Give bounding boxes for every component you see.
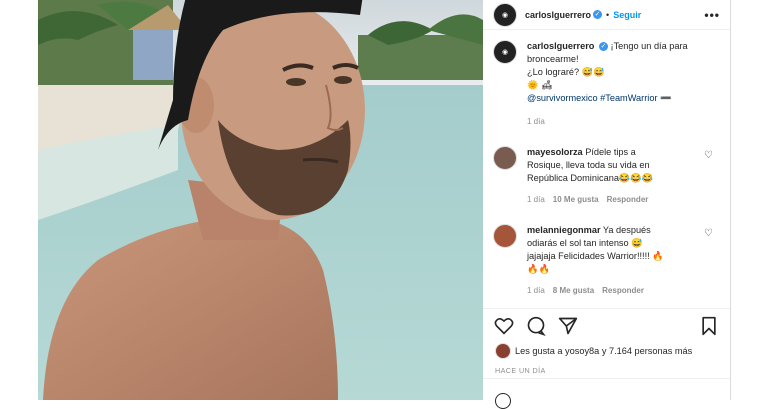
caption-body: carloslguerrero ✓ ¡Tengo un día para bro… bbox=[527, 40, 717, 128]
caption: ◉ carloslguerrero ✓ ¡Tengo un día para b… bbox=[493, 40, 722, 128]
more-icon[interactable]: ••• bbox=[704, 8, 720, 22]
liker-avatar bbox=[495, 343, 511, 359]
post-panel: ◉ carloslguerrero ✓ • Seguir ••• ◉ carlo… bbox=[483, 0, 731, 409]
share-icon[interactable] bbox=[557, 315, 579, 337]
comments-list[interactable]: ◉ carloslguerrero ✓ ¡Tengo un día para b… bbox=[493, 40, 722, 308]
verified-icon: ✓ bbox=[593, 10, 603, 19]
caption-tags[interactable]: @survivormexico #TeamWarrior ➖ bbox=[527, 93, 671, 103]
commenter-avatar[interactable] bbox=[493, 146, 517, 170]
author-username[interactable]: carloslguerrero bbox=[525, 10, 591, 20]
comment: mayesolorza Pídele tips a Rosique, lleva… bbox=[493, 146, 722, 206]
comment: melanniegonmar Ya después odiarás el sol… bbox=[493, 224, 722, 297]
caption-username[interactable]: carloslguerrero bbox=[527, 41, 594, 51]
comment-text: jajajaja Felicidades Warrior!!!!! 🔥 bbox=[527, 251, 664, 261]
comment-text: Pídele tips a bbox=[585, 147, 636, 157]
post-timestamp: HACE UN DÍA bbox=[495, 366, 546, 375]
heart-icon[interactable]: ♡ bbox=[704, 228, 714, 239]
comment-body: mayesolorza Pídele tips a Rosique, lleva… bbox=[527, 146, 717, 206]
bookmark-icon[interactable] bbox=[698, 315, 720, 337]
comment-time: 1 día bbox=[527, 195, 545, 204]
follow-button[interactable]: Seguir bbox=[613, 10, 641, 20]
post-image bbox=[38, 0, 483, 400]
comment-text: Ya después bbox=[602, 225, 651, 235]
avatar-logo-icon: ◉ bbox=[501, 11, 509, 19]
comment-text: República Dominicana😂😂😂 bbox=[527, 173, 654, 183]
caption-time: 1 día bbox=[527, 117, 545, 126]
divider bbox=[483, 378, 730, 379]
emoji-icon[interactable] bbox=[495, 393, 511, 409]
commenter-avatar[interactable] bbox=[493, 224, 517, 248]
heart-icon[interactable]: ♡ bbox=[704, 150, 714, 161]
likes-summary[interactable]: Les gusta a yosoy8a y 7.164 personas más bbox=[495, 343, 692, 359]
comment-icon[interactable] bbox=[525, 315, 547, 337]
caption-line: ¡Tengo un día para bbox=[610, 41, 688, 51]
caption-line: 🌞 🛋 bbox=[527, 80, 553, 90]
comment-text: odiarás el sol tan intenso 😅 bbox=[527, 238, 643, 248]
comment-time: 1 día bbox=[527, 286, 545, 295]
comment-body: melanniegonmar Ya después odiarás el sol… bbox=[527, 224, 717, 297]
verified-icon: ✓ bbox=[598, 42, 608, 52]
comment-likes[interactable]: 10 Me gusta bbox=[553, 193, 599, 206]
comment-text: Rosique, lleva toda su vida en bbox=[527, 160, 650, 170]
comment-username[interactable]: melanniegonmar bbox=[527, 225, 601, 235]
post-photo[interactable] bbox=[38, 0, 483, 400]
reply-button[interactable]: Responder bbox=[607, 193, 649, 206]
comment-text: 🔥🔥 bbox=[527, 264, 550, 274]
separator-dot: • bbox=[606, 9, 610, 20]
caption-line: ¿Lo lograré? 😅😅 bbox=[527, 67, 605, 77]
likes-text: Les gusta a yosoy8a y 7.164 personas más bbox=[515, 346, 693, 356]
action-bar bbox=[493, 312, 720, 340]
post-header: ◉ carloslguerrero ✓ • Seguir ••• bbox=[483, 0, 730, 30]
comment-username[interactable]: mayesolorza bbox=[527, 147, 583, 157]
divider bbox=[483, 308, 730, 309]
author-avatar[interactable]: ◉ bbox=[493, 2, 517, 27]
heart-icon[interactable] bbox=[493, 315, 515, 337]
caption-avatar[interactable]: ◉ bbox=[493, 40, 517, 64]
caption-line: broncearme! bbox=[527, 54, 579, 64]
comment-likes[interactable]: 8 Me gusta bbox=[553, 284, 594, 297]
reply-button[interactable]: Responder bbox=[602, 284, 644, 297]
